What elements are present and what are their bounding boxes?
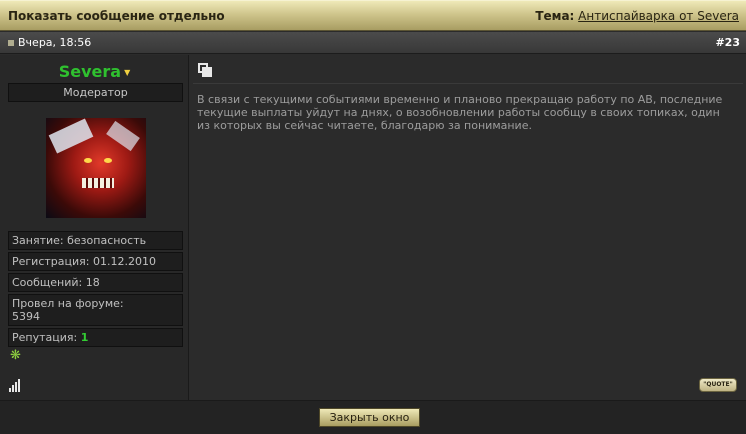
post-bullet-icon <box>8 40 14 46</box>
post-content: В связи с текущими событиями временно и … <box>190 55 746 400</box>
post-number-link[interactable]: #23 <box>715 36 740 49</box>
chevron-down-icon[interactable]: ▼ <box>124 68 130 77</box>
reputation-label: Репутация: <box>12 331 78 344</box>
reputation-value: 1 <box>80 331 89 344</box>
close-window-button[interactable]: Закрыть окно <box>319 408 420 427</box>
user-registration: Регистрация: 01.12.2010 <box>8 252 183 271</box>
user-messages: Сообщений: 18 <box>8 273 183 292</box>
avatar <box>46 118 146 218</box>
topic-info: Тема: Антиспайварка от Severa <box>535 9 739 23</box>
user-reputation: Репутация: 1 <box>8 328 183 347</box>
topic-label: Тема: <box>535 9 575 23</box>
user-forum-time: Провел на форуме: 5394 <box>8 294 183 326</box>
copy-icon[interactable] <box>198 63 212 77</box>
user-occupation: Занятие: безопасность <box>8 231 183 250</box>
page-title: Показать сообщение отдельно <box>8 9 225 23</box>
post-date: Вчера, 18:56 <box>18 36 92 49</box>
username: Severa ▼ <box>0 62 189 81</box>
topic-link[interactable]: Антиспайварка от Severa <box>578 9 739 23</box>
forum-time-label: Провел на форуме: <box>12 297 124 310</box>
post-header: Вчера, 18:56 #23 <box>0 32 746 54</box>
username-link[interactable]: Severa <box>59 62 121 81</box>
quote-button[interactable]: "QUOTE" <box>699 378 737 392</box>
forum-time-value: 5394 <box>12 310 40 323</box>
user-panel: Severa ▼ Модератор Занятие: безопасность … <box>0 55 189 400</box>
title-bar: Показать сообщение отдельно Тема: Антисп… <box>0 0 746 31</box>
user-rank: Модератор <box>8 83 183 102</box>
post-message: В связи с текущими событиями временно и … <box>197 93 723 132</box>
content-divider <box>193 83 743 84</box>
signal-icon <box>9 378 25 392</box>
footer: Закрыть окно <box>0 400 746 434</box>
reputation-icon[interactable]: ❋ <box>10 349 22 362</box>
